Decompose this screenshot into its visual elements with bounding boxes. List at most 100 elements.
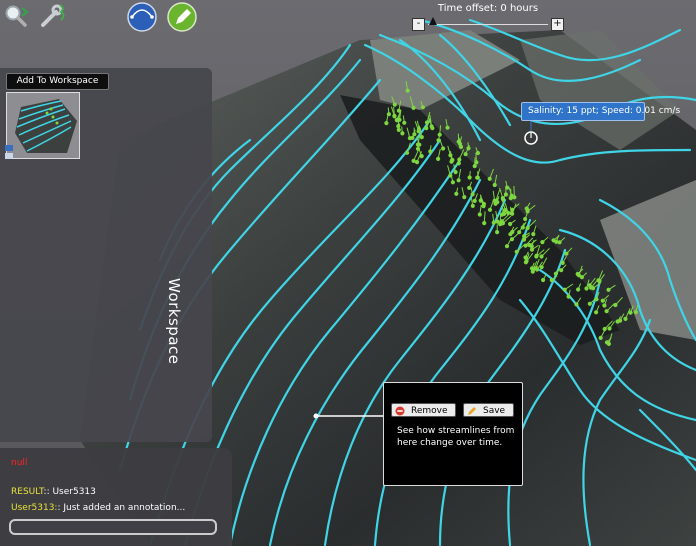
velocity-vector-head: [509, 237, 515, 242]
velocity-vector-head: [594, 310, 599, 315]
velocity-vector-head: [467, 185, 472, 190]
velocity-vector-head: [559, 268, 564, 273]
pencil-icon: [468, 407, 476, 415]
time-increment-button[interactable]: +: [551, 18, 564, 31]
velocity-vector-head: [467, 175, 472, 180]
velocity-vector-head: [495, 219, 500, 224]
remove-button[interactable]: Remove: [391, 403, 456, 417]
velocity-vector-head: [396, 108, 401, 113]
velocity-vector-head: [411, 158, 416, 163]
velocity-vector-head: [606, 341, 612, 346]
velocity-vector-head: [602, 303, 607, 308]
draw-pen-icon[interactable]: [166, 1, 198, 33]
velocity-vector-head: [405, 88, 410, 93]
velocity-vector-head: [396, 127, 401, 132]
velocity-vector-head: [414, 160, 420, 165]
velocity-vector-head: [505, 185, 510, 190]
velocity-vector-head: [540, 240, 545, 245]
velocity-vector-head: [523, 260, 529, 265]
velocity-vector-head: [606, 287, 611, 292]
velocity-vector-head: [386, 112, 391, 117]
time-offset-control: Time offset: 0 hours - +: [410, 0, 566, 32]
velocity-vector-head: [495, 200, 500, 205]
velocity-vector-head: [600, 298, 605, 303]
save-label: Save: [483, 406, 506, 416]
velocity-vector-head: [477, 212, 482, 217]
search-icon[interactable]: [4, 4, 30, 28]
velocity-vector-head: [500, 196, 505, 201]
velocity-vector-head: [441, 146, 446, 151]
time-decrement-button[interactable]: -: [412, 18, 425, 31]
velocity-vector-head: [424, 126, 429, 131]
velocity-vector-head: [411, 105, 416, 111]
velocity-vector-head: [470, 192, 475, 197]
velocity-vector-head: [562, 287, 567, 292]
velocity-vector-head: [454, 191, 459, 196]
velocity-vector-head: [472, 198, 477, 203]
velocity-vector-head: [453, 170, 458, 175]
time-slider-thumb[interactable]: [429, 17, 437, 25]
velocity-vector-head: [506, 210, 511, 215]
velocity-vector-head: [445, 125, 450, 130]
velocity-vector-head: [531, 232, 536, 237]
velocity-vector-head: [456, 161, 461, 166]
velocity-vector-head: [462, 195, 467, 200]
velocity-vector-head: [527, 243, 532, 248]
globe-icon[interactable]: [126, 1, 158, 33]
chat-input[interactable]: [9, 519, 217, 535]
velocity-vector-head: [628, 310, 633, 315]
velocity-vector-head: [510, 207, 515, 212]
velocity-vector-head: [587, 301, 592, 306]
workspace-tab-label[interactable]: Workspace: [165, 278, 183, 365]
velocity-vector-head: [502, 211, 507, 216]
annotation-text: See how streamlines from here change ove…: [397, 426, 515, 448]
velocity-vector-head: [564, 251, 569, 256]
velocity-vector-head: [491, 220, 496, 225]
velocity-vector-head: [557, 240, 562, 245]
velocity-vector-head: [576, 273, 582, 278]
velocity-vector-head: [588, 285, 594, 290]
velocity-vector-head: [525, 225, 530, 231]
velocity-vector-head: [523, 243, 528, 248]
velocity-vector-head: [554, 239, 559, 244]
settings-wrench-icon[interactable]: [38, 2, 68, 30]
velocity-vector-head: [402, 120, 407, 125]
velocity-vector-head: [450, 157, 455, 162]
console-result-key: RESULT: [11, 487, 44, 497]
velocity-vector-head: [604, 309, 609, 314]
velocity-vector-head: [410, 135, 415, 140]
velocity-vector-head: [405, 150, 410, 155]
velocity-vector-head: [549, 278, 554, 283]
velocity-vector-head: [492, 182, 497, 188]
workspace-panel: Add To Workspace Workspace: [0, 68, 212, 442]
velocity-vector-head: [475, 175, 480, 180]
velocity-vector-head: [463, 152, 468, 157]
velocity-vector-head: [420, 105, 425, 110]
velocity-vector-head: [534, 253, 539, 258]
console-null-line: null: [11, 458, 28, 468]
velocity-vector-head: [529, 266, 535, 271]
velocity-vector-head: [384, 121, 389, 126]
velocity-vector-head: [594, 297, 599, 302]
velocity-vector-head: [529, 247, 535, 252]
annotation-point[interactable]: [313, 413, 319, 419]
velocity-vector-head: [481, 201, 486, 207]
velocity-vector-head: [415, 146, 421, 151]
add-to-workspace-button[interactable]: Add To Workspace: [6, 73, 109, 90]
save-button[interactable]: Save: [463, 403, 514, 417]
velocity-vector-head: [509, 193, 514, 198]
velocity-vector-head: [598, 335, 603, 340]
console-user-key: User5313:: [11, 503, 58, 513]
velocity-vector-head: [400, 131, 405, 136]
velocity-vector-head: [523, 255, 528, 260]
velocity-vector-head: [392, 114, 397, 119]
velocity-vector-head: [415, 142, 420, 147]
velocity-vector-head: [482, 221, 487, 226]
velocity-vector-head: [517, 230, 522, 235]
time-slider-track[interactable]: [428, 24, 548, 25]
velocity-vector-head: [523, 216, 528, 222]
layer-stack-icon: [5, 145, 13, 159]
workspace-thumbnail[interactable]: [6, 92, 80, 159]
velocity-vector-head: [553, 271, 559, 276]
velocity-vector-head: [576, 287, 581, 292]
